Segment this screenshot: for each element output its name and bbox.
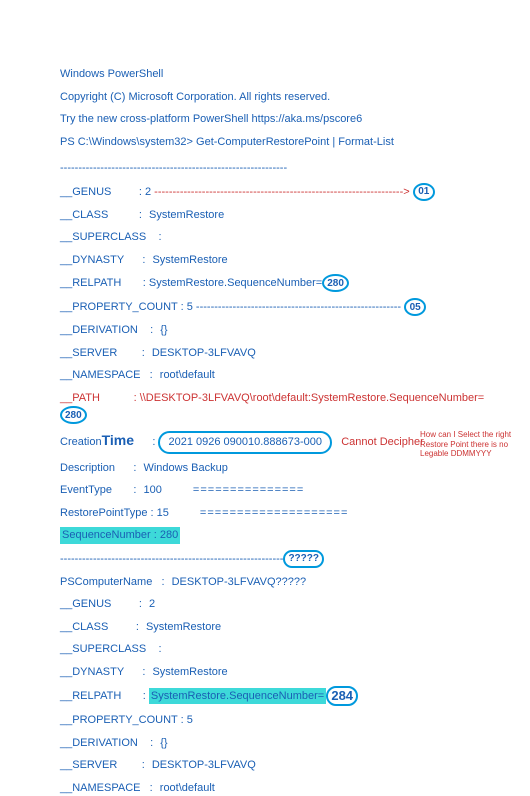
- path-circle-annotation: 280: [60, 406, 87, 424]
- relpath-label: __RELPATH: [60, 277, 121, 289]
- description-value: Windows Backup: [143, 462, 227, 474]
- derivation-label: __DERIVATION: [60, 324, 138, 336]
- dynasty-value: SystemRestore: [152, 254, 227, 266]
- creationtime-label: Creation: [60, 436, 102, 448]
- side-annotation: How can I Select the right Restore Point…: [420, 430, 520, 459]
- propcount-dashes: ----------------------------------------…: [196, 301, 401, 313]
- genus-label: __GENUS: [60, 185, 111, 197]
- server-value: DESKTOP-3LFVAVQ: [152, 347, 256, 359]
- relpath2-circle-annotation: 284: [326, 686, 358, 706]
- class2-label: __CLASS: [60, 621, 108, 633]
- genus2-value: 2: [149, 598, 155, 610]
- relpath2-label: __RELPATH: [60, 690, 121, 702]
- sequencenumber-highlight: SequenceNumber : 280: [60, 527, 180, 544]
- relpath-circle-annotation: 280: [322, 274, 349, 292]
- server2-value: DESKTOP-3LFVAVQ: [152, 759, 256, 771]
- genus-circle-annotation: 01: [413, 183, 435, 201]
- ps-tryline: Try the new cross-platform PowerShell ht…: [60, 111, 500, 128]
- separator-mid: ----------------------------------------…: [60, 552, 283, 564]
- derivation2-value: {}: [160, 737, 167, 749]
- superclass-label: __SUPERCLASS: [60, 231, 146, 243]
- genus2-label: __GENUS: [60, 598, 111, 610]
- ps-title: Windows PowerShell: [60, 66, 500, 83]
- superclass2-label: __SUPERCLASS: [60, 643, 146, 655]
- cannot-decipher-note: Cannot Decipher: [341, 436, 424, 448]
- ps-prompt: PS C:\Windows\system32> Get-ComputerRest…: [60, 134, 500, 151]
- path-label: __PATH: [60, 392, 100, 404]
- namespace-label: __NAMESPACE: [60, 369, 141, 381]
- relpath-value: SystemRestore.SequenceNumber=: [149, 277, 322, 289]
- eventtype-equals: ===============: [193, 484, 304, 496]
- class-value: SystemRestore: [149, 209, 224, 221]
- dynasty2-label: __DYNASTY: [60, 666, 124, 678]
- pscomputername-value: DESKTOP-3LFVAVQ?????: [172, 576, 307, 588]
- derivation2-label: __DERIVATION: [60, 737, 138, 749]
- path-value: \\DESKTOP-3LFVAVQ\root\default:SystemRes…: [140, 392, 485, 404]
- propcount-circle-annotation: 05: [404, 298, 426, 316]
- namespace-value: root\default: [160, 369, 215, 381]
- creationtime-bold: Time: [102, 432, 134, 448]
- server2-label: __SERVER: [60, 759, 117, 771]
- class2-value: SystemRestore: [146, 621, 221, 633]
- relpath2-highlight: SystemRestore.SequenceNumber=: [149, 688, 326, 705]
- propcount2-label: __PROPERTY_COUNT : 5: [60, 714, 193, 726]
- namespace2-value: root\default: [160, 782, 215, 794]
- class-label: __CLASS: [60, 209, 108, 221]
- restorepointtype-equals: ====================: [200, 507, 348, 519]
- eventtype-value: 100: [144, 484, 162, 496]
- dynasty-label: __DYNASTY: [60, 254, 124, 266]
- genus-arrow-dashes: ----------------------------------------…: [154, 185, 410, 197]
- restorepointtype-label: RestorePointType : 15: [60, 507, 169, 519]
- description-label: Description: [60, 462, 115, 474]
- ps-copyright: Copyright (C) Microsoft Corporation. All…: [60, 89, 500, 106]
- creationtime-oval: 2021 0926 090010.888673-000: [158, 431, 332, 454]
- genus-value: 2: [145, 185, 151, 197]
- question-circle-annotation: ?????: [283, 550, 324, 568]
- derivation-value: {}: [160, 324, 167, 336]
- pscomputername-label: PSComputerName: [60, 576, 152, 588]
- dynasty2-value: SystemRestore: [152, 666, 227, 678]
- eventtype-label: EventType: [60, 484, 112, 496]
- server-label: __SERVER: [60, 347, 117, 359]
- propcount-label: __PROPERTY_COUNT : 5: [60, 301, 193, 313]
- separator-top: ----------------------------------------…: [60, 162, 287, 174]
- namespace2-label: __NAMESPACE: [60, 782, 141, 794]
